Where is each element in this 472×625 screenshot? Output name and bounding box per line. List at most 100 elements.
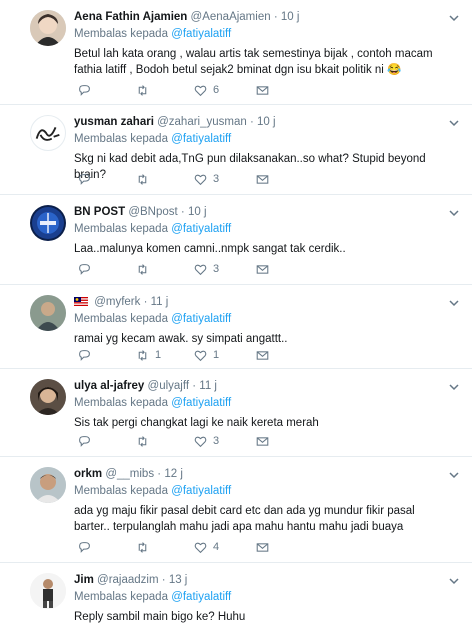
avatar[interactable] (30, 467, 66, 503)
reply-mention-link[interactable]: @fatiyalatiff (171, 485, 231, 497)
tweet[interactable]: BN POST @BNpost · 10 j Membalas kepada @… (0, 195, 472, 285)
tweet-text: Reply sambil main bigo ke? Huhu (74, 611, 246, 623)
like-button[interactable]: 4 (194, 539, 219, 555)
user-handle[interactable]: @rajaadzim (97, 574, 159, 586)
reply-label: Membalas kepada (74, 28, 168, 40)
user-handle[interactable]: @__mibs (105, 468, 154, 480)
separator-dot: · (161, 574, 166, 586)
reply-button[interactable] (78, 433, 97, 449)
user-handle[interactable]: @myferk (94, 296, 140, 308)
reply-mention-link[interactable]: @fatiyalatiff (171, 313, 231, 325)
retweet-icon (138, 435, 147, 447)
reply-context: Membalas kepada @fatiyalatiff (74, 132, 448, 147)
chevron-down-icon[interactable] (448, 117, 460, 129)
retweet-button[interactable] (136, 539, 155, 555)
separator-dot: · (249, 116, 254, 128)
reply-button[interactable] (78, 82, 97, 98)
tweet-header: @myferk · 11 j (74, 295, 448, 310)
tweet[interactable]: orkm @__mibs · 12 j Membalas kepada @fat… (0, 457, 472, 563)
retweet-button[interactable] (136, 171, 155, 187)
avatar[interactable] (30, 205, 66, 241)
tweet[interactable]: @myferk · 11 j Membalas kepada @fatiyala… (0, 285, 472, 369)
like-button[interactable]: 1 (194, 347, 219, 363)
reply-button[interactable] (78, 539, 97, 555)
reply-button[interactable] (78, 171, 97, 187)
display-name[interactable]: Aena Fathin Ajamien (74, 11, 187, 23)
heart-icon (194, 264, 207, 275)
chevron-down-icon[interactable] (448, 575, 460, 587)
timestamp[interactable]: 11 j (151, 296, 169, 308)
reply-label: Membalas kepada (74, 313, 168, 325)
reply-mention-link[interactable]: @fatiyalatiff (171, 28, 231, 40)
display-name[interactable]: ulya al-jafrey (74, 380, 144, 392)
direct-message-button[interactable] (256, 433, 269, 449)
timestamp[interactable]: 10 j (281, 11, 300, 23)
timestamp[interactable]: 13 j (169, 574, 188, 586)
chevron-down-icon[interactable] (448, 469, 460, 481)
like-button[interactable]: 3 (194, 433, 219, 449)
chevron-down-icon[interactable] (448, 12, 460, 24)
avatar[interactable] (30, 295, 66, 331)
reply-label: Membalas kepada (74, 223, 168, 235)
reply-icon (79, 263, 90, 275)
retweet-button[interactable] (136, 261, 155, 277)
timestamp[interactable]: 11 j (199, 380, 217, 392)
tweet-actions: 6 (74, 82, 274, 98)
reply-button[interactable] (78, 261, 97, 277)
avatar[interactable] (30, 379, 66, 415)
user-handle[interactable]: @BNpost (128, 206, 177, 218)
reply-mention-link[interactable]: @fatiyalatiff (171, 133, 231, 145)
envelope-icon (256, 542, 269, 552)
tweet[interactable]: yusman zahari @zahari_yusman · 10 j Memb… (0, 105, 472, 195)
tweet[interactable]: ulya al-jafrey @ulyajff · 11 j Membalas … (0, 369, 472, 457)
display-name[interactable]: yusman zahari (74, 116, 154, 128)
avatar[interactable] (30, 573, 66, 609)
reply-label: Membalas kepada (74, 397, 168, 409)
reply-mention-link[interactable]: @fatiyalatiff (171, 591, 231, 603)
retweet-button[interactable] (136, 82, 155, 98)
direct-message-button[interactable] (256, 171, 269, 187)
tweet[interactable]: Aena Fathin Ajamien @AenaAjamien · 10 j … (0, 0, 472, 105)
direct-message-button[interactable] (256, 82, 269, 98)
timestamp[interactable]: 10 j (188, 206, 207, 218)
display-name[interactable]: Jim (74, 574, 94, 586)
separator-dot: · (192, 380, 197, 392)
timestamp[interactable]: 10 j (257, 116, 276, 128)
retweet-icon (138, 349, 147, 361)
direct-message-button[interactable] (256, 347, 269, 363)
retweet-button[interactable]: 1 (136, 347, 161, 363)
heart-icon (194, 85, 207, 96)
user-handle[interactable]: @zahari_yusman (157, 116, 247, 128)
like-count: 6 (213, 84, 220, 96)
user-handle[interactable]: @ulyajff (148, 380, 190, 392)
reply-context: Membalas kepada @fatiyalatiff (74, 396, 448, 411)
direct-message-button[interactable] (256, 539, 269, 555)
user-handle[interactable]: @AenaAjamien (191, 11, 271, 23)
reply-context: Membalas kepada @fatiyalatiff (74, 312, 448, 327)
tweet-actions: 1 1 (74, 347, 274, 363)
retweet-icon (138, 541, 147, 553)
reply-button[interactable] (78, 347, 97, 363)
retweet-button[interactable] (136, 433, 155, 449)
tweet[interactable]: Jim @rajaadzim · 13 j Membalas kepada @f… (0, 563, 472, 623)
chevron-down-icon[interactable] (448, 297, 460, 309)
tweet-header: yusman zahari @zahari_yusman · 10 j (74, 115, 448, 130)
envelope-icon (256, 264, 269, 274)
like-button[interactable]: 3 (194, 171, 219, 187)
chevron-down-icon[interactable] (448, 381, 460, 393)
avatar[interactable] (30, 10, 66, 46)
display-name[interactable]: BN POST (74, 206, 125, 218)
like-button[interactable]: 3 (194, 261, 219, 277)
display-name[interactable]: orkm (74, 468, 102, 480)
direct-message-button[interactable] (256, 261, 269, 277)
chevron-down-icon[interactable] (448, 207, 460, 219)
reply-mention-link[interactable]: @fatiyalatiff (171, 397, 231, 409)
reply-icon (79, 84, 90, 96)
like-button[interactable]: 6 (194, 82, 219, 98)
reply-mention-link[interactable]: @fatiyalatiff (171, 223, 231, 235)
reply-label: Membalas kepada (74, 485, 168, 497)
separator-dot: · (143, 296, 148, 308)
timestamp[interactable]: 12 j (164, 468, 183, 480)
avatar[interactable] (30, 115, 66, 151)
reply-icon (79, 349, 90, 361)
